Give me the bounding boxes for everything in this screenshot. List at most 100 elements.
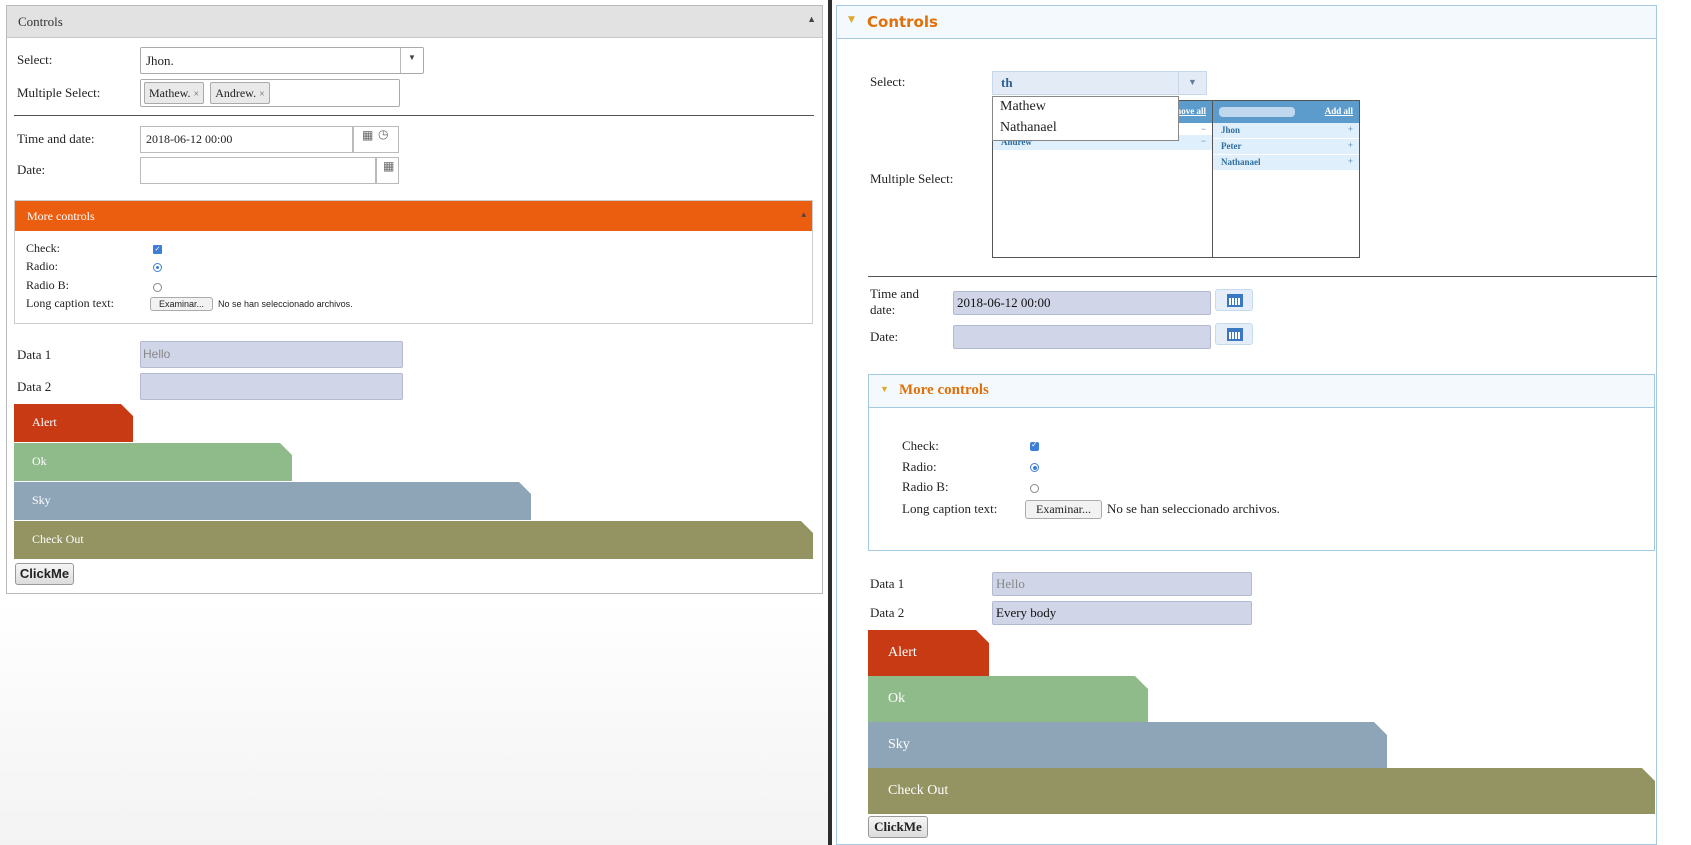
collapse-icon[interactable]: ▲ bbox=[807, 14, 816, 24]
file-browse-button[interactable]: Examinar... bbox=[1025, 500, 1102, 519]
panel-header[interactable]: Controls ▲ bbox=[7, 6, 822, 38]
check-label: Check: bbox=[902, 438, 939, 453]
remove-icon[interactable]: − bbox=[1201, 124, 1206, 134]
ok-button[interactable]: Ok bbox=[868, 676, 1148, 722]
remove-icon[interactable]: × bbox=[259, 89, 265, 100]
item-label: Jhon bbox=[1221, 125, 1241, 135]
remove-icon[interactable]: − bbox=[1201, 136, 1206, 146]
dropdown-option[interactable]: Nathanael bbox=[1000, 120, 1171, 141]
more-controls-title: More controls bbox=[899, 382, 989, 398]
data2-label: Data 2 bbox=[17, 379, 52, 394]
ok-button-label: Ok bbox=[32, 454, 47, 468]
radio-b-label: Radio B: bbox=[902, 479, 949, 494]
long-caption-label: Long caption text: bbox=[26, 296, 114, 310]
check-checkbox[interactable]: ✓ bbox=[153, 245, 162, 254]
data2-input[interactable] bbox=[140, 373, 403, 400]
left-pane: Controls ▲ Select: Jhon. ▼ Multiple Sele… bbox=[0, 0, 828, 845]
radio-label: Radio: bbox=[902, 459, 937, 474]
check-out-button-label: Check Out bbox=[32, 532, 84, 546]
date-input[interactable] bbox=[953, 325, 1211, 349]
chip-mathew: Mathew. × bbox=[144, 82, 205, 104]
item-label: Nathanael bbox=[1221, 157, 1261, 167]
select-value: th bbox=[1001, 75, 1013, 90]
check-out-button[interactable]: Check Out bbox=[868, 768, 1655, 814]
time-date-label: Time and date: bbox=[17, 131, 95, 146]
check-out-button[interactable]: Check Out bbox=[14, 521, 813, 559]
file-browse-button[interactable]: Examinar... bbox=[150, 297, 214, 311]
more-controls-title: More controls bbox=[27, 209, 95, 223]
multiple-select[interactable]: Mathew. × Andrew. × bbox=[140, 79, 400, 107]
panel-title: Controls bbox=[18, 14, 63, 29]
add-icon[interactable]: + bbox=[1348, 140, 1353, 150]
time-date-input[interactable]: 2018-06-12 00:00 bbox=[140, 126, 353, 153]
radio-b-button[interactable] bbox=[153, 283, 162, 292]
calendar-icon[interactable]: ▦ bbox=[362, 128, 373, 143]
radio-button[interactable] bbox=[153, 263, 162, 272]
date-input[interactable] bbox=[140, 157, 376, 184]
panel-title: Controls bbox=[867, 13, 938, 31]
check-label: Check: bbox=[26, 241, 60, 255]
file-input[interactable]: Examinar... No se han seleccionado archiv… bbox=[1025, 500, 1280, 519]
caret-down-icon[interactable]: ▼ bbox=[848, 15, 855, 25]
clickme-button[interactable]: ClickMe bbox=[15, 563, 74, 585]
alert-button[interactable]: Alert bbox=[14, 404, 133, 442]
multiple-select-label: Multiple Select: bbox=[17, 85, 101, 100]
date-label: Date: bbox=[17, 162, 46, 177]
chevron-down-icon[interactable]: ▼ bbox=[400, 48, 423, 73]
data1-input[interactable]: Hello bbox=[140, 341, 403, 368]
data1-input[interactable]: Hello bbox=[992, 572, 1252, 596]
date-label: Date: bbox=[870, 329, 899, 344]
select-dropdown[interactable]: Jhon. ▼ bbox=[140, 47, 424, 74]
multiple-select-label: Multiple Select: bbox=[870, 171, 954, 186]
ok-button-label: Ok bbox=[888, 691, 906, 706]
divider bbox=[868, 276, 1657, 277]
more-controls-header[interactable]: More controls ▴ bbox=[15, 201, 812, 231]
clock-icon[interactable]: ◷ bbox=[378, 127, 388, 142]
add-all-label: Add all bbox=[1324, 106, 1353, 116]
remove-icon[interactable]: × bbox=[194, 89, 200, 100]
sky-button[interactable]: Sky bbox=[868, 722, 1387, 768]
check-out-button-label: Check Out bbox=[888, 783, 949, 798]
collapse-icon[interactable]: ▴ bbox=[801, 209, 806, 220]
list-item[interactable]: Nathanael + bbox=[1213, 155, 1359, 171]
calendar-button[interactable] bbox=[1215, 289, 1253, 311]
check-checkbox[interactable] bbox=[1030, 440, 1039, 451]
search-input[interactable] bbox=[1219, 107, 1295, 117]
add-all-link[interactable]: Add all bbox=[1213, 101, 1359, 123]
time-date-addon bbox=[353, 126, 399, 153]
data2-label: Data 2 bbox=[870, 605, 905, 620]
chip-label: Mathew. bbox=[149, 86, 191, 100]
select-combobox[interactable]: th ▼ bbox=[992, 71, 1207, 95]
calendar-button[interactable] bbox=[1215, 323, 1253, 345]
radio-button[interactable] bbox=[1030, 463, 1039, 472]
dropdown-option[interactable]: Mathew bbox=[1000, 99, 1171, 120]
select-dropdown-menu: Mathew Nathanael bbox=[992, 96, 1179, 141]
add-icon[interactable]: + bbox=[1348, 124, 1353, 134]
data2-input[interactable]: Every body bbox=[992, 601, 1252, 625]
more-controls-header[interactable]: ▼ More controls bbox=[869, 375, 1654, 408]
chip-label: Andrew. bbox=[215, 86, 257, 100]
item-label: Peter bbox=[1221, 141, 1242, 151]
list-item[interactable]: Jhon + bbox=[1213, 123, 1359, 139]
chevron-down-icon[interactable]: ▼ bbox=[1178, 72, 1206, 94]
time-date-input[interactable]: 2018-06-12 00:00 bbox=[953, 291, 1211, 315]
alert-button-label: Alert bbox=[888, 645, 917, 660]
file-input[interactable]: Examinar... No se han seleccionado archiv… bbox=[150, 297, 353, 311]
long-caption-label: Long caption text: bbox=[902, 501, 998, 516]
calendar-icon bbox=[1227, 294, 1243, 307]
panel-header[interactable]: ▼ Controls bbox=[837, 6, 1656, 39]
ok-button[interactable]: Ok bbox=[14, 443, 292, 481]
list-item[interactable]: Peter + bbox=[1213, 139, 1359, 155]
select-value: Jhon. bbox=[146, 53, 174, 68]
radio-b-button[interactable] bbox=[1030, 484, 1039, 493]
clickme-button[interactable]: ClickMe bbox=[868, 816, 928, 838]
sky-button[interactable]: Sky bbox=[14, 482, 531, 520]
caret-down-icon[interactable]: ▼ bbox=[880, 384, 889, 394]
more-controls-panel: More controls ▴ bbox=[14, 200, 813, 324]
alert-button[interactable]: Alert bbox=[868, 630, 989, 676]
select-label: Select: bbox=[870, 74, 906, 89]
divider bbox=[14, 115, 814, 116]
calendar-icon[interactable]: ▦ bbox=[383, 159, 394, 174]
add-icon[interactable]: + bbox=[1348, 156, 1353, 166]
file-status: No se han seleccionado archivos. bbox=[218, 299, 353, 309]
